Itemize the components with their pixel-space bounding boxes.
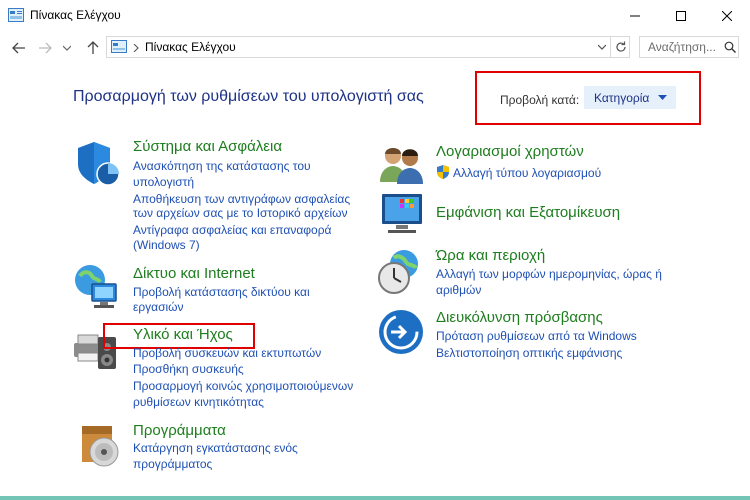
network-globe-icon[interactable] xyxy=(72,262,120,310)
users-icon[interactable] xyxy=(378,140,426,188)
dropdown-arrow-icon[interactable] xyxy=(658,95,667,100)
link-review-status[interactable]: Ανασκόπηση της κατάστασης του xyxy=(133,158,311,174)
page-headline: Προσαρμογή των ρυθμίσεων του υπολογιστή … xyxy=(73,88,424,105)
window-title: Πίνακας Ελέγχου xyxy=(30,8,121,22)
link-devices-printers[interactable]: Προβολή συσκευών και εκτυπωτών xyxy=(133,345,321,361)
link-change-account-type[interactable]: Αλλαγή τύπου λογαριασμού xyxy=(453,165,601,181)
category-title-system-security[interactable]: Σύστημα και Ασφάλεια xyxy=(133,138,282,155)
link-recommend-settings[interactable]: Πρόταση ρυθμίσεων από τα Windows xyxy=(436,328,637,344)
category-title-ease-of-access[interactable]: Διευκόλυνση πρόσβασης xyxy=(436,309,603,326)
refresh-button[interactable] xyxy=(610,37,630,57)
link-mobility-settings-cont[interactable]: ρυθμίσεων κινητικότητας xyxy=(133,394,264,410)
clock-globe-icon[interactable] xyxy=(376,248,424,296)
arrow-right-icon xyxy=(39,42,52,54)
link-uninstall-program-cont[interactable]: προγράμματος xyxy=(133,456,212,472)
forward-button[interactable] xyxy=(34,38,56,58)
link-change-formats-cont[interactable]: αριθμών xyxy=(436,282,481,298)
chevron-down-icon xyxy=(598,44,606,50)
control-panel-icon xyxy=(8,8,24,22)
link-change-formats[interactable]: Αλλαγή των μορφών ημερομηνίας, ώρας ή xyxy=(436,266,662,282)
link-backup-restore-cont[interactable]: (Windows 7) xyxy=(133,237,200,253)
link-mobility-settings[interactable]: Προσαρμογή κοινώς χρησιμοποιούμενων xyxy=(133,378,353,394)
category-title-user-accounts[interactable]: Λογαριασμοί χρηστών xyxy=(436,143,584,160)
link-uninstall-program[interactable]: Κατάργηση εγκατάστασης ενός xyxy=(133,440,298,456)
category-title-programs[interactable]: Προγράμματα xyxy=(133,422,226,439)
window-bottom-border xyxy=(0,496,750,500)
link-backup-restore[interactable]: Αντίγραφα ασφαλείας και επαναφορά xyxy=(133,222,332,238)
monitor-palette-icon[interactable] xyxy=(378,190,426,238)
back-button[interactable] xyxy=(8,38,30,58)
maximize-icon xyxy=(676,10,686,21)
search-placeholder[interactable]: Αναζήτηση... xyxy=(648,40,716,54)
link-review-status-cont[interactable]: υπολογιστή xyxy=(133,174,194,190)
chevron-down-icon xyxy=(63,45,71,51)
control-panel-icon xyxy=(111,40,127,53)
arrow-up-icon xyxy=(87,41,99,54)
close-button[interactable] xyxy=(704,0,750,31)
address-dropdown-button[interactable] xyxy=(594,38,610,56)
category-title-clock-region[interactable]: Ώρα και περιοχή xyxy=(436,247,545,264)
category-title-appearance[interactable]: Εμφάνιση και Εξατομίκευση xyxy=(436,204,620,221)
maximize-button[interactable] xyxy=(658,0,704,31)
link-add-device[interactable]: Προσθήκη συσκευής xyxy=(133,361,244,377)
link-optimize-display[interactable]: Βελτιστοποίηση οπτικής εμφάνισης xyxy=(436,345,622,361)
view-by-label: Προβολή κατά: xyxy=(500,93,580,107)
breadcrumb-current[interactable]: Πίνακας Ελέγχου xyxy=(145,40,236,54)
arrow-left-icon xyxy=(12,42,25,54)
link-network-status[interactable]: Προβολή κατάστασης δικτύου και xyxy=(133,284,310,300)
recent-locations-button[interactable] xyxy=(60,38,74,58)
minimize-icon xyxy=(630,15,640,16)
link-network-status-cont[interactable]: εργασιών xyxy=(133,299,184,315)
view-by-value[interactable]: Κατηγορία xyxy=(594,91,649,105)
shield-icon[interactable] xyxy=(74,140,122,188)
breadcrumb-chevron-icon xyxy=(133,44,139,52)
category-title-network-internet[interactable]: Δίκτυο και Internet xyxy=(133,265,255,282)
search-icon[interactable] xyxy=(724,41,736,53)
minimize-button[interactable] xyxy=(612,0,658,31)
up-button[interactable] xyxy=(82,38,104,58)
link-file-history-cont[interactable]: των αρχείων σας με το Ιστορικό αρχείων xyxy=(133,205,347,221)
refresh-icon xyxy=(615,41,626,52)
accessibility-icon[interactable] xyxy=(377,308,425,356)
uac-shield-icon xyxy=(437,165,449,179)
programs-disc-icon[interactable] xyxy=(76,420,124,468)
close-icon xyxy=(722,10,732,21)
